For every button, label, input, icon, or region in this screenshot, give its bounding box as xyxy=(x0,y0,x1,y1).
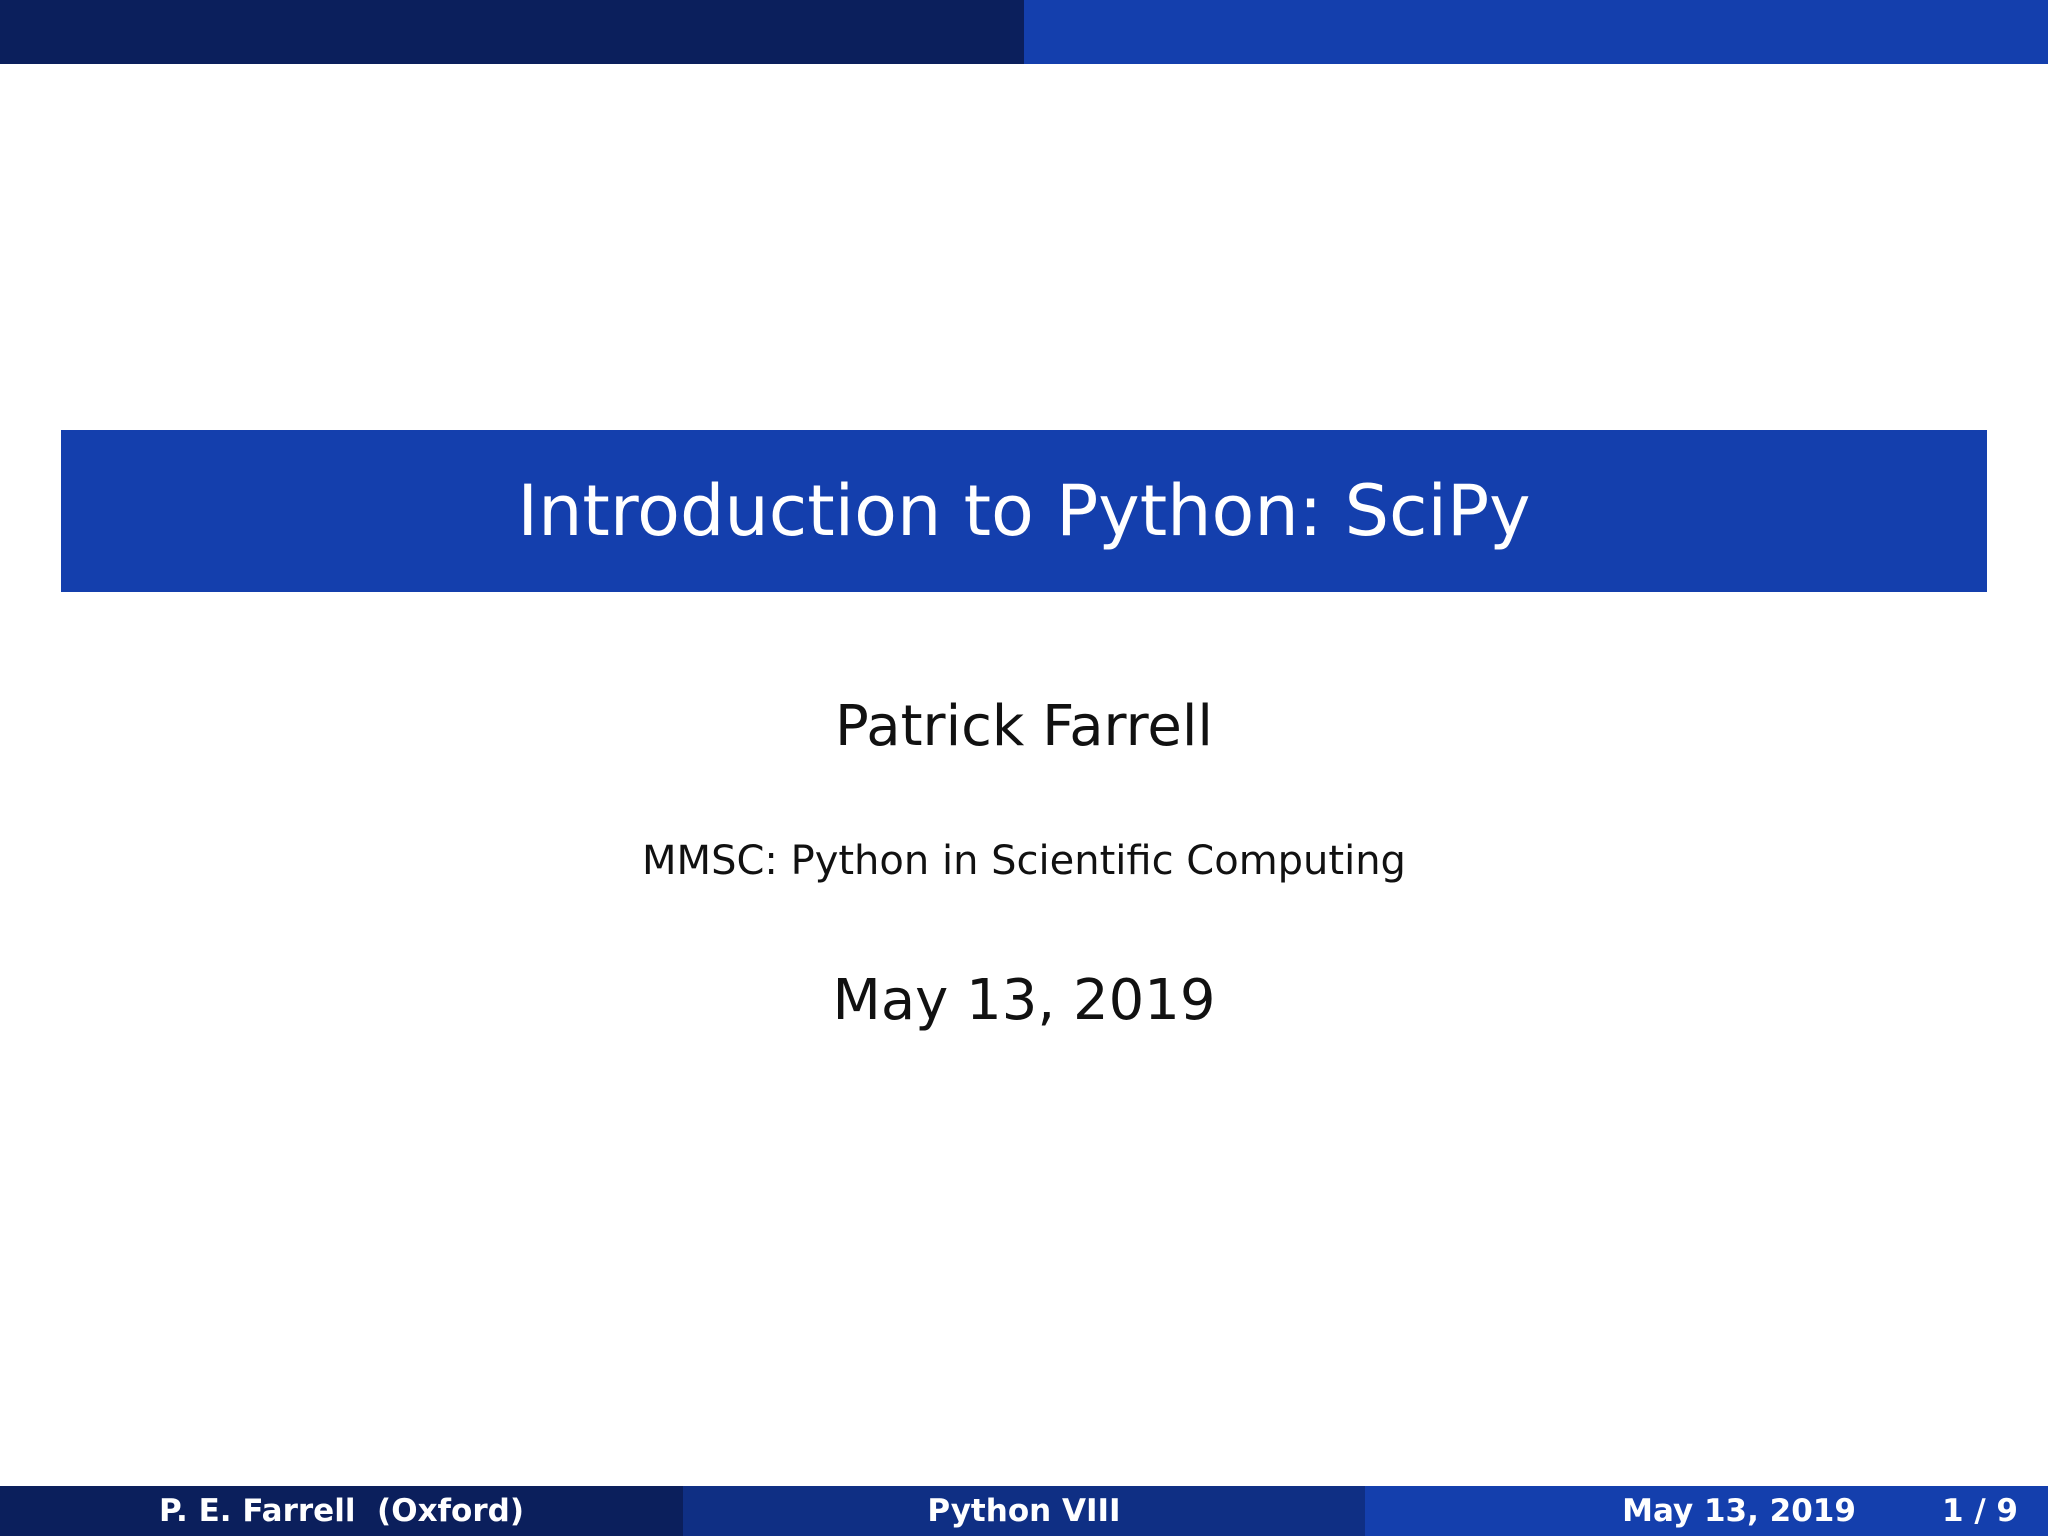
footer-author-cell: P. E. Farrell (Oxford) xyxy=(0,1486,683,1536)
top-header-bar xyxy=(0,0,2048,64)
footer-author: P. E. Farrell (Oxford) xyxy=(158,1493,524,1529)
footer-bar: P. E. Farrell (Oxford) Python VIII May 1… xyxy=(0,1486,2048,1536)
footer-date: May 13, 2019 xyxy=(1622,1493,1856,1529)
footer-date-page-cell: May 13, 2019 1 / 9 xyxy=(1365,1486,2048,1536)
footer-short-title: Python VIII xyxy=(927,1493,1121,1529)
top-bar-left-segment xyxy=(0,0,1024,64)
top-bar-right-segment xyxy=(1024,0,2048,64)
author-name: Patrick Farrell xyxy=(835,694,1213,759)
institute: MMSC: Python in Scientific Computing xyxy=(642,838,1406,884)
slide-title: Introduction to Python: SciPy xyxy=(517,470,1531,552)
presentation-date: May 13, 2019 xyxy=(832,968,1216,1033)
title-band: Introduction to Python: SciPy xyxy=(61,430,1987,592)
footer-page-number: 1 / 9 xyxy=(1941,1493,2018,1529)
footer-title-cell: Python VIII xyxy=(683,1486,1365,1536)
